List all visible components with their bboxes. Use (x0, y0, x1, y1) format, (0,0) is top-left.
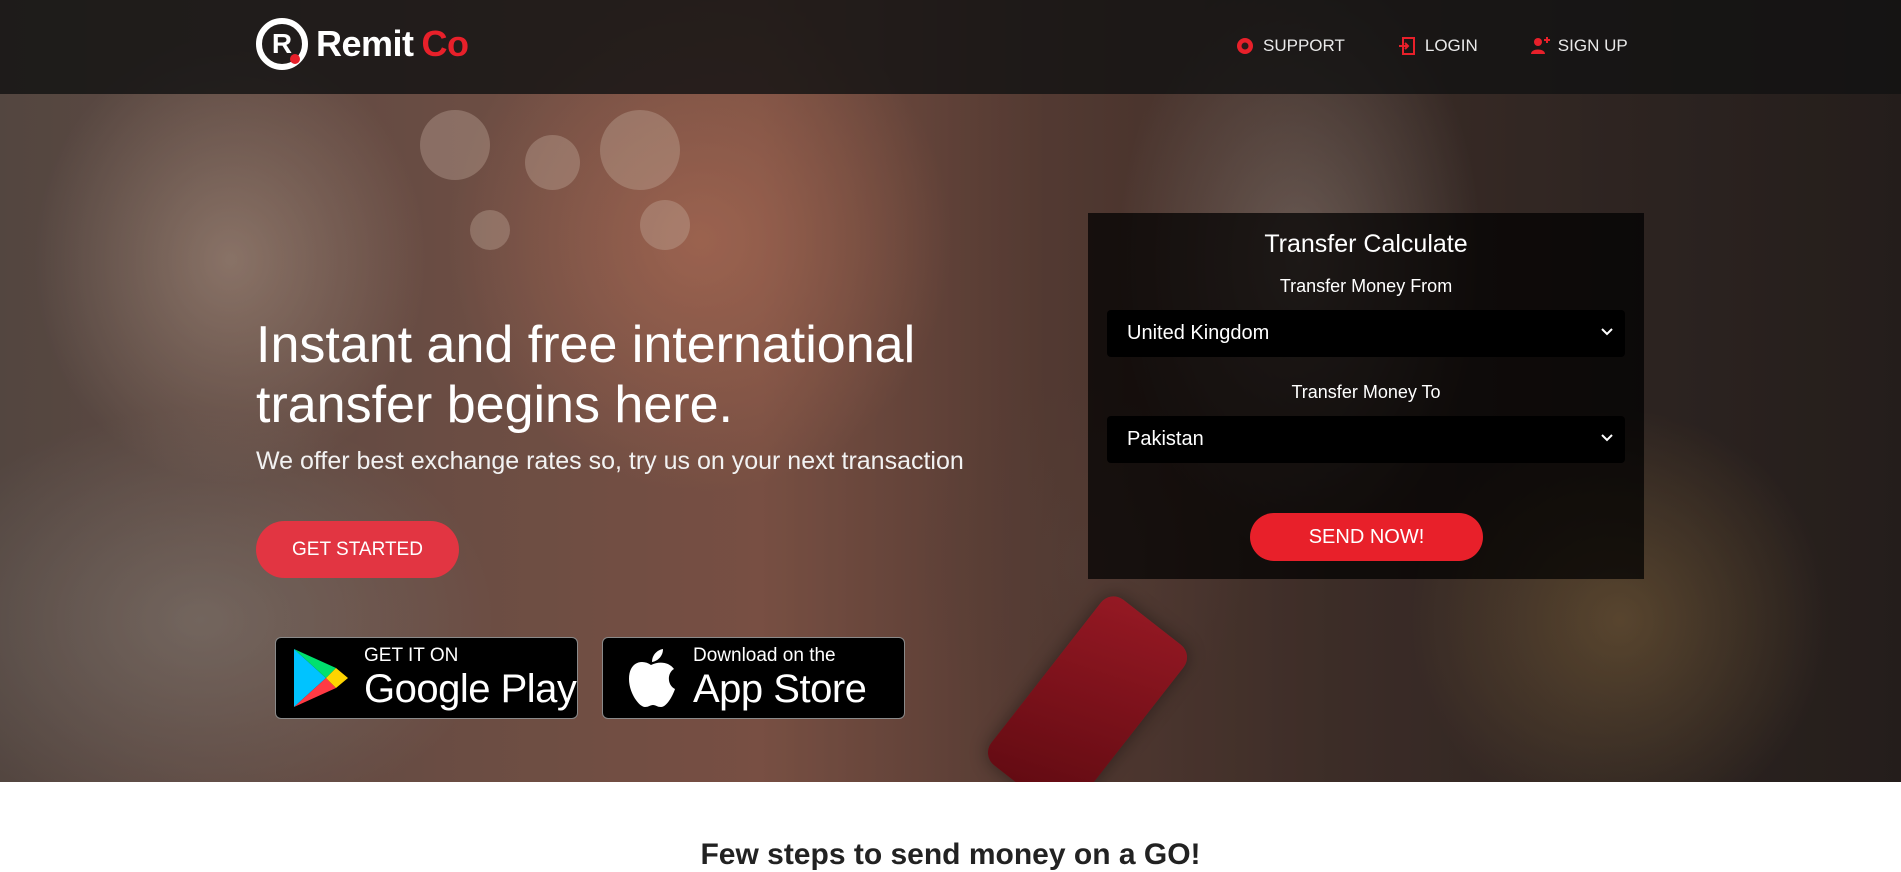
support-icon (1237, 38, 1253, 54)
transfer-from-select[interactable]: United Kingdom (1107, 310, 1625, 357)
transfer-from-label: Transfer Money From (1279, 276, 1453, 296)
get-started-button[interactable]: GET STARTED (256, 521, 459, 578)
top-navbar: R Remit Co SUPPORT LOGIN SIGN UP (0, 0, 1901, 94)
hero-headline: Instant and free international transfer … (256, 316, 916, 434)
nav-signup-link[interactable]: SIGN UP (1530, 36, 1628, 56)
app-store-text: Download on the App Store (693, 645, 867, 711)
logo-mark-icon: R (256, 18, 308, 70)
transfer-to-value: Pakistan (1127, 428, 1204, 450)
google-play-big-text: Google Play (364, 667, 577, 711)
google-play-badge[interactable]: GET IT ON Google Play (275, 637, 578, 719)
nav-support-label: SUPPORT (1263, 36, 1345, 55)
logo-mark-letter: R (271, 28, 293, 59)
transfer-to-select[interactable]: Pakistan (1107, 416, 1625, 463)
nav-links: SUPPORT LOGIN SIGN UP (1235, 36, 1628, 56)
logo-word-remit: Remit (316, 23, 414, 64)
apple-icon (629, 649, 675, 707)
logo-wordmark: Remit Co (316, 23, 469, 65)
transfer-calculator-panel: Transfer Calculate Transfer Money From U… (1088, 213, 1644, 579)
transfer-from-value: United Kingdom (1127, 322, 1270, 344)
chevron-down-icon (1601, 328, 1613, 336)
transfer-to-label: Transfer Money To (1291, 382, 1441, 402)
app-store-badge[interactable]: Download on the App Store (602, 637, 905, 719)
app-store-big-text: App Store (693, 667, 867, 711)
nav-login-link[interactable]: LOGIN (1397, 36, 1478, 56)
google-play-icon (294, 649, 348, 707)
nav-support-link[interactable]: SUPPORT (1235, 36, 1345, 56)
login-icon (1398, 37, 1415, 55)
logo-word-co: Co (421, 23, 470, 64)
steps-section-title: Few steps to send money on a GO! (700, 838, 1201, 871)
nav-login-label: LOGIN (1424, 36, 1478, 55)
app-store-small-text: Download on the (693, 645, 836, 666)
chevron-down-icon (1601, 434, 1613, 442)
brand-logo[interactable]: R Remit Co (256, 18, 469, 70)
nav-signup-label: SIGN UP (1557, 36, 1628, 55)
google-play-text: GET IT ON Google Play (364, 645, 577, 711)
google-play-small-text: GET IT ON (364, 645, 459, 666)
send-now-button[interactable]: SEND NOW! (1250, 513, 1483, 561)
hero-subheadline: We offer best exchange rates so, try us … (256, 447, 964, 475)
calculator-title: Transfer Calculate (1264, 230, 1468, 258)
add-user-icon (1530, 37, 1550, 54)
